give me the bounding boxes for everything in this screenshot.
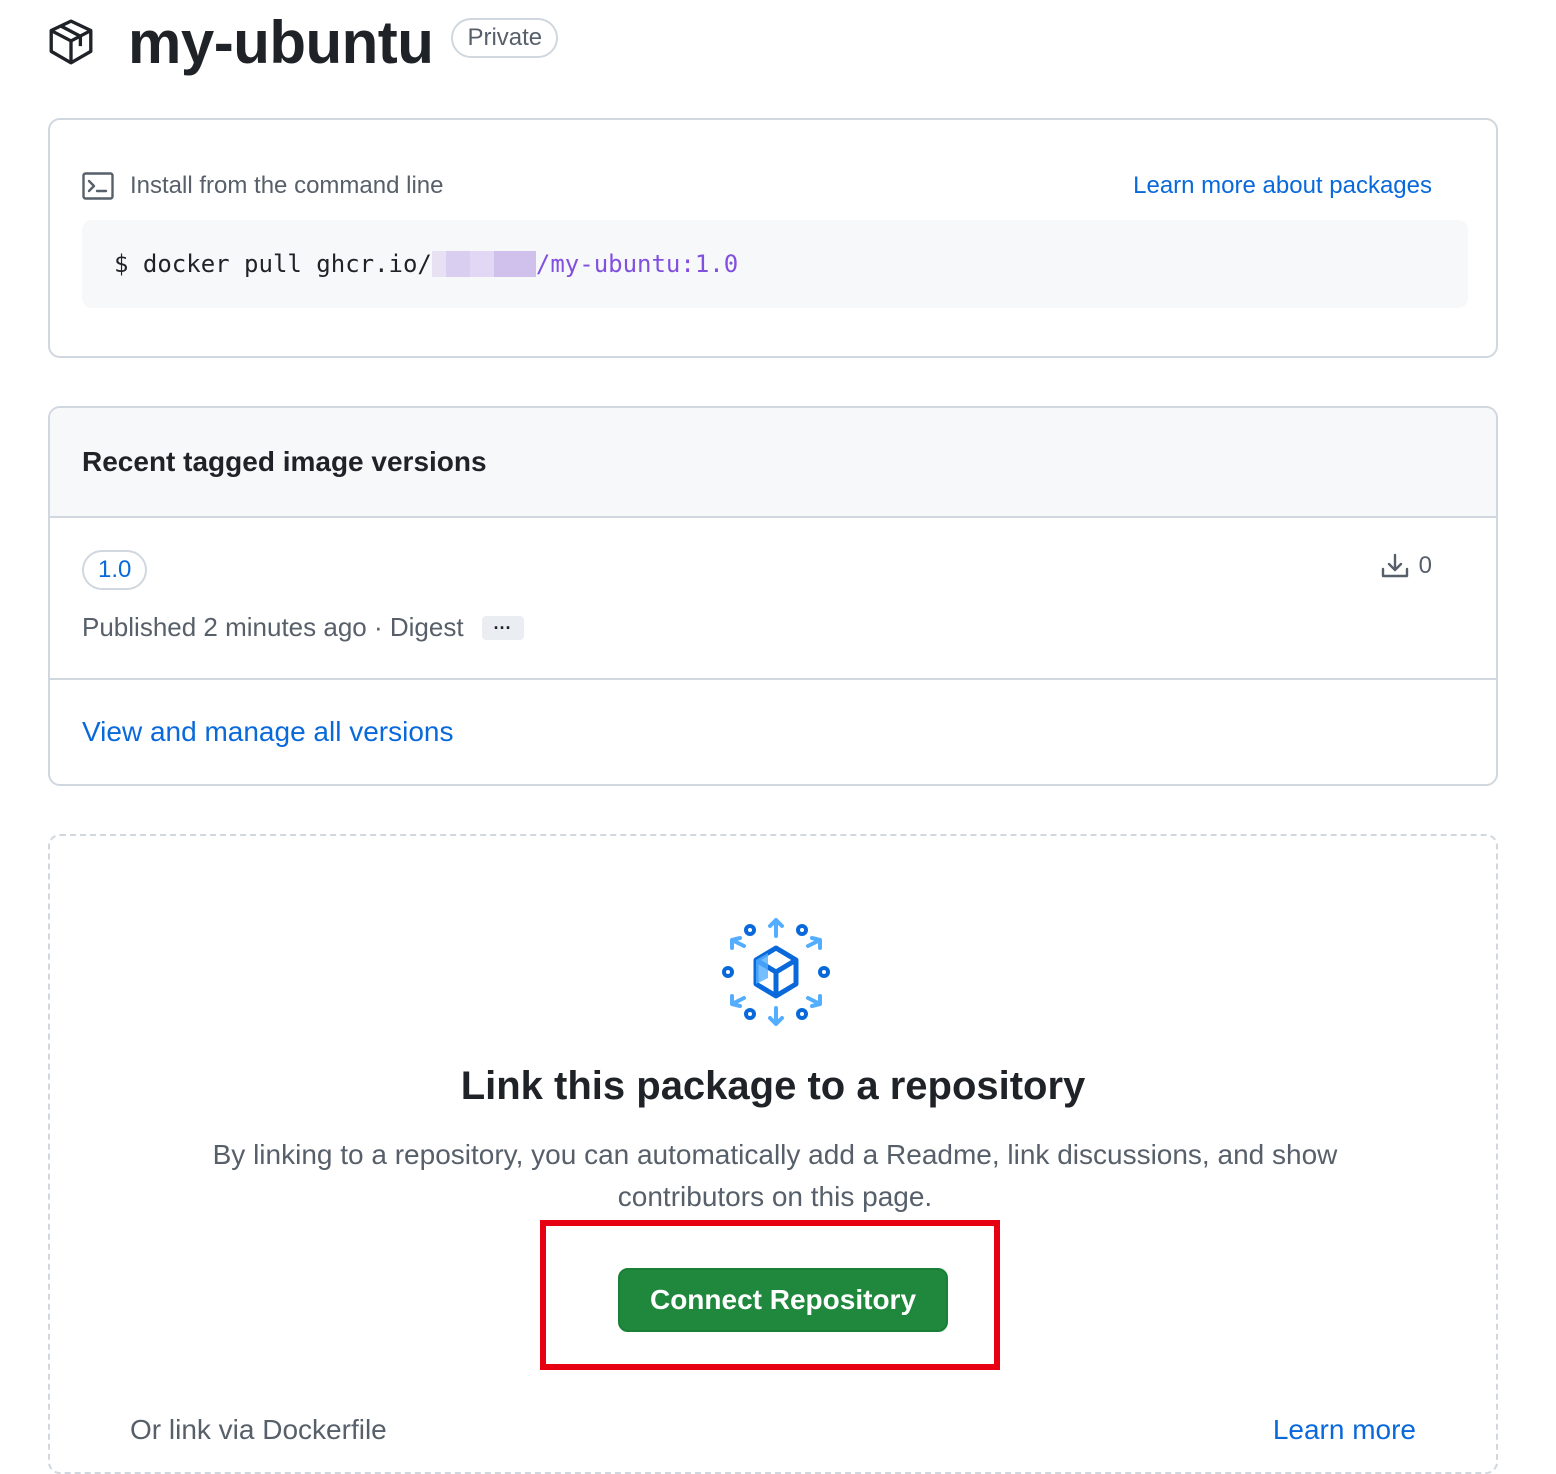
version-tag-link[interactable]: 1.0	[82, 550, 148, 590]
view-all-versions-link[interactable]: View and manage all versions	[82, 716, 453, 748]
digest-expand-button[interactable]: ···	[481, 615, 524, 640]
install-heading: Install from the command line	[82, 172, 443, 200]
download-count-value: 0	[1418, 552, 1432, 579]
published-text: Published 2 minutes ago · Digest	[82, 612, 464, 642]
link-repository-panel: Link this package to a repository By lin…	[48, 834, 1498, 1474]
install-panel: Install from the command line Learn more…	[48, 118, 1498, 358]
package-link-icon	[722, 918, 830, 1026]
page-title: my-ubuntu	[128, 8, 434, 76]
link-repository-description: By linking to a repository, you can auto…	[212, 1139, 1338, 1212]
terminal-icon	[82, 172, 114, 200]
versions-heading: Recent tagged image versions	[82, 446, 487, 477]
versions-header: Recent tagged image versions	[50, 408, 1496, 518]
visibility-badge: Private	[451, 18, 559, 58]
command-prefix: $ docker pull ghcr.io/	[114, 250, 432, 278]
install-command[interactable]: $ docker pull ghcr.io/ /my-ubuntu:1.0	[82, 220, 1468, 308]
package-header: my-ubuntu Private	[46, 8, 559, 76]
install-heading-text: Install from the command line	[130, 172, 444, 199]
download-count: 0	[1381, 552, 1432, 580]
connect-repository-button[interactable]: Connect Repository	[618, 1268, 948, 1332]
published-info: Published 2 minutes ago · Digest ···	[82, 612, 524, 643]
download-icon	[1381, 553, 1408, 578]
learn-more-link[interactable]: Learn more	[1273, 1414, 1416, 1446]
package-icon	[49, 19, 93, 65]
versions-panel: Recent tagged image versions 1.0 0 Publi…	[48, 406, 1498, 786]
learn-more-packages-link[interactable]: Learn more about packages	[1133, 172, 1432, 200]
redacted-owner	[431, 251, 536, 277]
link-repository-title: Link this package to a repository	[460, 1064, 1086, 1108]
command-path: /my-ubuntu:1.0	[535, 250, 739, 278]
dockerfile-link-text: Or link via Dockerfile	[130, 1414, 387, 1445]
divider	[50, 678, 1496, 680]
